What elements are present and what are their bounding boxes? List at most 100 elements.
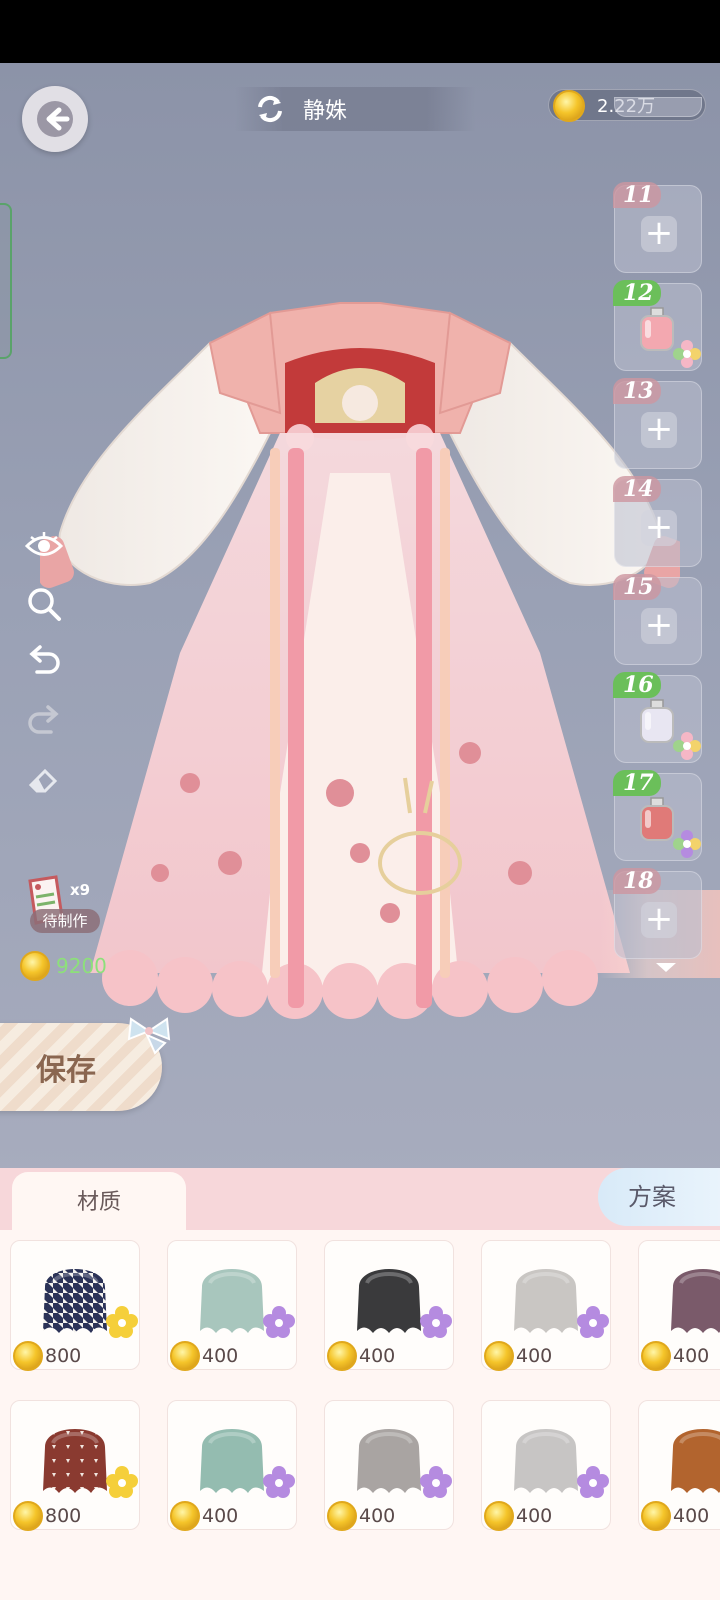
back-button[interactable] bbox=[22, 86, 88, 152]
item-price: 400 bbox=[484, 1341, 552, 1371]
zoom-button[interactable] bbox=[24, 584, 64, 624]
purple-flower-icon bbox=[577, 1306, 609, 1338]
item-price-value: 400 bbox=[516, 1505, 553, 1527]
pending-count: x9 bbox=[70, 881, 91, 899]
bow-decoration-icon bbox=[127, 1017, 171, 1055]
palette-slot-13[interactable]: 13 + bbox=[613, 378, 702, 469]
item-price-value: 400 bbox=[359, 1345, 396, 1367]
slot-number: 12 bbox=[613, 280, 661, 306]
slot-top-partial[interactable] bbox=[614, 97, 702, 117]
coin-icon bbox=[553, 90, 585, 122]
dye-bottle-icon bbox=[640, 797, 674, 841]
item-price-value: 400 bbox=[516, 1345, 553, 1367]
item-price-value: 400 bbox=[673, 1345, 710, 1367]
dress-model[interactable] bbox=[40, 233, 680, 1063]
palette-slot-17[interactable]: 17 bbox=[613, 770, 702, 861]
side-drawer-handle[interactable] bbox=[0, 203, 12, 359]
slot-number: 11 bbox=[613, 182, 661, 208]
undo-button[interactable] bbox=[24, 641, 64, 681]
coin-icon bbox=[641, 1501, 671, 1531]
item-price-value: 400 bbox=[359, 1505, 396, 1527]
yellow-flower-icon bbox=[106, 1306, 138, 1338]
tab-plan[interactable]: 方案 bbox=[598, 1168, 720, 1226]
coin-icon bbox=[13, 1501, 43, 1531]
coin-icon bbox=[327, 1501, 357, 1531]
palette-slot-16[interactable]: 16 bbox=[613, 672, 702, 763]
coin-icon bbox=[20, 951, 50, 981]
palette-slot-11[interactable]: 11 + bbox=[613, 182, 702, 273]
purple-flower-icon bbox=[420, 1306, 452, 1338]
tab-material[interactable]: 材质 bbox=[12, 1172, 186, 1234]
eraser-button[interactable] bbox=[24, 760, 64, 800]
craft-cost-value: 9200 bbox=[56, 954, 107, 978]
add-slot-icon: + bbox=[641, 510, 677, 546]
dye-bottle-icon bbox=[640, 307, 674, 351]
material-item[interactable]: 800 bbox=[10, 1240, 140, 1371]
redo-button[interactable] bbox=[24, 701, 64, 741]
refresh-icon[interactable] bbox=[255, 94, 285, 124]
item-price-value: 400 bbox=[202, 1505, 239, 1527]
material-item[interactable]: 800 bbox=[10, 1400, 140, 1531]
coin-icon bbox=[484, 1341, 514, 1371]
material-item[interactable]: 400 bbox=[324, 1400, 454, 1531]
item-price: 400 bbox=[170, 1501, 238, 1531]
bottom-panel: 材质 方案 800 400 400 400 400 800 400 400 400 400 bbox=[0, 1168, 720, 1600]
item-price: 800 bbox=[13, 1501, 81, 1531]
item-price: 800 bbox=[13, 1341, 81, 1371]
item-price-value: 400 bbox=[202, 1345, 239, 1367]
material-item[interactable]: 400 bbox=[638, 1400, 720, 1531]
palette-slot-12[interactable]: 12 bbox=[613, 280, 702, 371]
coin-icon bbox=[484, 1501, 514, 1531]
palette-slot-14[interactable]: 14 + bbox=[613, 476, 702, 567]
purple-flower-icon bbox=[577, 1466, 609, 1498]
material-item[interactable]: 400 bbox=[324, 1240, 454, 1371]
slot-number: 17 bbox=[613, 770, 661, 796]
flower-gem-icon bbox=[673, 732, 701, 760]
coin-icon bbox=[327, 1341, 357, 1371]
palette-slot-18[interactable]: 18 + bbox=[613, 868, 702, 959]
fabric-swatch-icon bbox=[671, 1269, 720, 1333]
item-price: 400 bbox=[327, 1341, 395, 1371]
visibility-toggle[interactable] bbox=[24, 526, 64, 566]
zoom-icon bbox=[28, 588, 61, 621]
redo-icon bbox=[28, 705, 59, 734]
pending-craft-button[interactable]: x9 待制作 bbox=[18, 873, 108, 943]
add-slot-icon: + bbox=[641, 608, 677, 644]
slot-number: 13 bbox=[613, 378, 661, 404]
outfit-title-bar[interactable]: 静姝 bbox=[235, 87, 475, 131]
outfit-title: 静姝 bbox=[303, 99, 348, 124]
purple-flower-icon bbox=[263, 1306, 295, 1338]
material-item[interactable]: 400 bbox=[481, 1400, 611, 1531]
material-item[interactable]: 400 bbox=[167, 1400, 297, 1531]
material-item[interactable]: 400 bbox=[638, 1240, 720, 1371]
eraser-icon bbox=[28, 768, 58, 793]
craft-cost: 9200 bbox=[20, 951, 107, 981]
slot-number: 18 bbox=[613, 868, 661, 894]
slot-number: 14 bbox=[613, 476, 661, 502]
item-price-value: 800 bbox=[45, 1505, 82, 1527]
coin-icon bbox=[170, 1501, 200, 1531]
item-price-value: 400 bbox=[673, 1505, 710, 1527]
customization-screen: 静姝 2.22万 bbox=[0, 63, 720, 1600]
eye-icon bbox=[25, 532, 63, 556]
item-price: 400 bbox=[170, 1341, 238, 1371]
arrow-left-icon bbox=[37, 101, 73, 137]
pending-label: 待制作 bbox=[30, 909, 100, 933]
purple-flower-icon bbox=[420, 1466, 452, 1498]
material-item[interactable]: 400 bbox=[481, 1240, 611, 1371]
material-grid: 800 400 400 400 400 800 400 400 400 400 bbox=[0, 1230, 720, 1600]
slot-number: 15 bbox=[613, 574, 661, 600]
purple-flower-icon bbox=[263, 1466, 295, 1498]
item-price: 400 bbox=[327, 1501, 395, 1531]
save-label: 保存 bbox=[36, 1053, 96, 1088]
undo-icon bbox=[29, 645, 60, 674]
item-price: 400 bbox=[484, 1501, 552, 1531]
item-price: 400 bbox=[641, 1341, 709, 1371]
add-slot-icon: + bbox=[641, 412, 677, 448]
flower-gem-icon bbox=[673, 340, 701, 368]
material-item[interactable]: 400 bbox=[167, 1240, 297, 1371]
flower-gem-icon bbox=[673, 830, 701, 858]
palette-slot-15[interactable]: 15 + bbox=[613, 574, 702, 665]
coin-icon bbox=[170, 1341, 200, 1371]
add-slot-icon: + bbox=[641, 216, 677, 252]
